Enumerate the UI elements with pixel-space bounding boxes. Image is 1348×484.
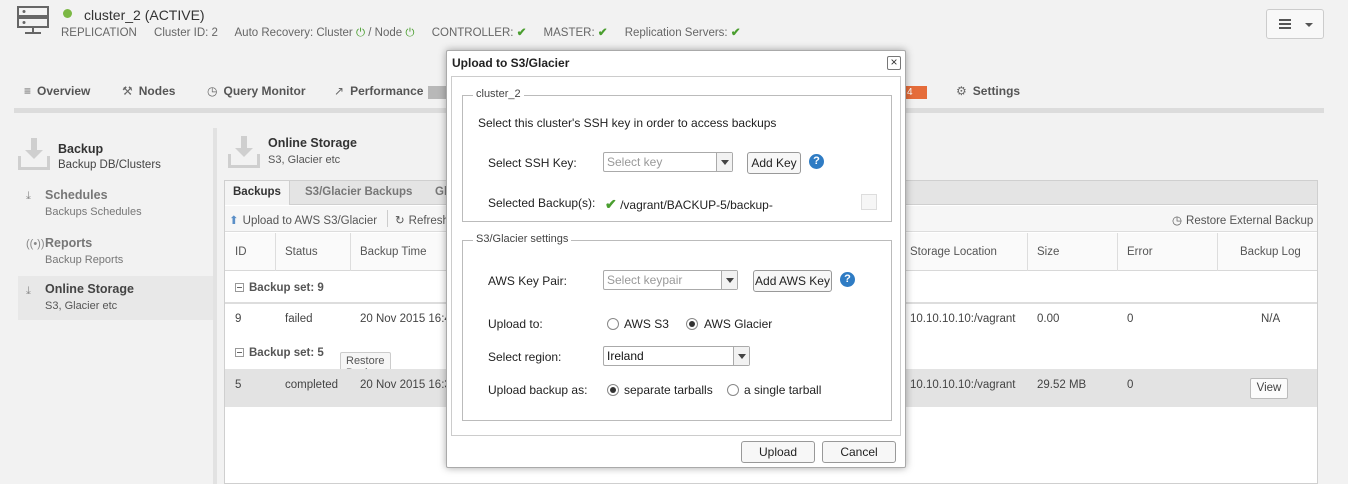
help-icon[interactable]: ? xyxy=(809,154,824,169)
cluster-fieldset: cluster_2 Select this cluster's SSH key … xyxy=(462,88,892,222)
selected-backups-label: Selected Backup(s): xyxy=(488,196,596,210)
check-icon: ✔ xyxy=(605,196,617,212)
chevron-down-icon xyxy=(716,153,732,171)
add-aws-key-button[interactable]: Add AWS Key xyxy=(753,270,832,292)
radio-single-tarball-label[interactable]: a single tarball xyxy=(744,383,821,397)
s3-settings-fieldset: S3/Glacier settings AWS Key Pair: Select… xyxy=(462,233,892,421)
cancel-button[interactable]: Cancel xyxy=(822,441,896,463)
aws-key-select[interactable]: Select keypair xyxy=(603,270,738,290)
s3-settings-legend: S3/Glacier settings xyxy=(473,233,572,245)
chevron-down-icon xyxy=(733,347,749,365)
radio-single-tarball[interactable] xyxy=(727,384,739,396)
region-select[interactable]: Ireland xyxy=(603,346,750,366)
scroll-handle[interactable] xyxy=(861,194,877,210)
radio-aws-s3-label[interactable]: AWS S3 xyxy=(624,317,669,331)
upload-as-label: Upload backup as: xyxy=(488,383,588,397)
upload-dialog: Upload to S3/Glacier × cluster_2 Select … xyxy=(446,50,906,468)
selected-backup-value: ✔ /vagrant/BACKUP-5/backup- xyxy=(605,196,773,212)
radio-aws-glacier-label[interactable]: AWS Glacier xyxy=(704,317,772,331)
upload-button[interactable]: Upload xyxy=(741,441,815,463)
radio-aws-s3[interactable] xyxy=(607,318,619,330)
radio-aws-glacier[interactable] xyxy=(686,318,698,330)
ssh-instruction: Select this cluster's SSH key in order t… xyxy=(478,116,777,130)
upload-to-label: Upload to: xyxy=(488,317,543,331)
region-label: Select region: xyxy=(488,350,562,364)
radio-separate-tarballs-label[interactable]: separate tarballs xyxy=(624,383,713,397)
add-key-button[interactable]: Add Key xyxy=(747,152,801,174)
aws-key-label: AWS Key Pair: xyxy=(488,274,567,288)
ssh-key-label: Select SSH Key: xyxy=(488,156,577,170)
help-icon[interactable]: ? xyxy=(840,272,855,287)
radio-separate-tarballs[interactable] xyxy=(607,384,619,396)
cluster-legend: cluster_2 xyxy=(473,88,524,100)
chevron-down-icon xyxy=(721,271,737,289)
dialog-body: cluster_2 Select this cluster's SSH key … xyxy=(451,76,901,436)
ssh-key-select[interactable]: Select key xyxy=(603,152,733,172)
close-icon[interactable]: × xyxy=(887,56,901,70)
dialog-title: Upload to S3/Glacier xyxy=(452,56,570,70)
